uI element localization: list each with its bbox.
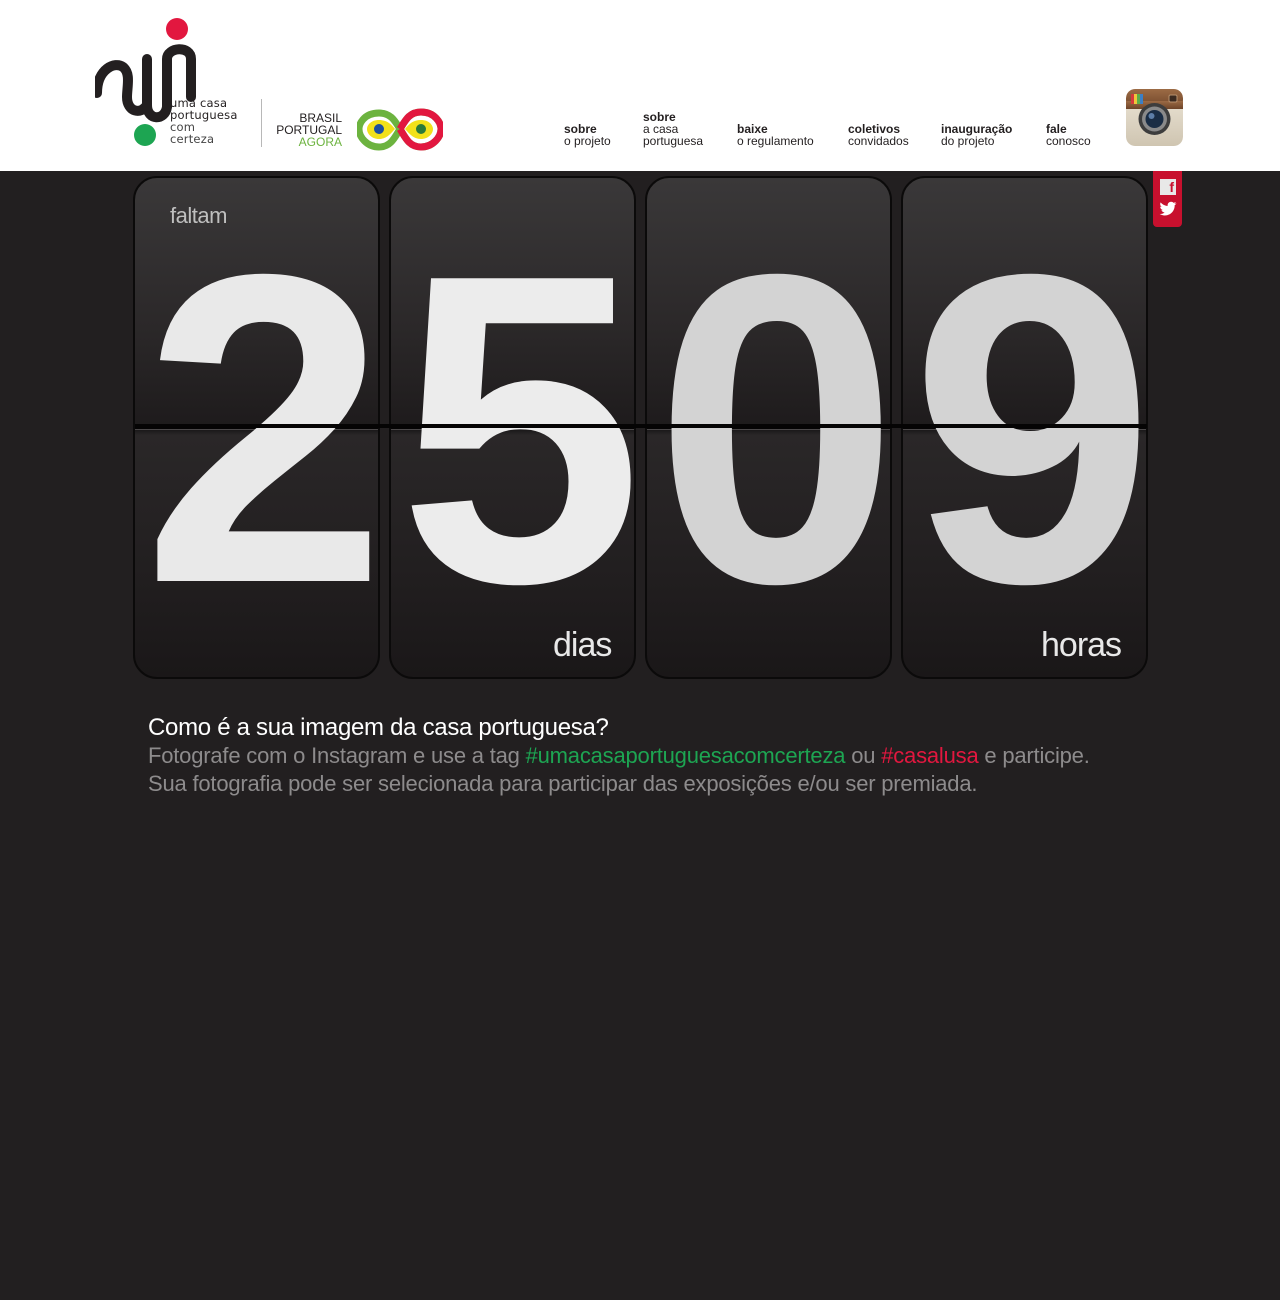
card-split-shine: [135, 429, 378, 430]
info-line-1-pre: Fotografe com o Instagram e use a tag: [148, 743, 526, 768]
nav-item-light-label: o regulamento: [737, 134, 814, 148]
hours-label: horas: [1041, 626, 1122, 664]
hashtag-umacasaportuguesacomcerteza[interactable]: #umacasaportuguesacomcerteza: [526, 743, 846, 768]
countdown-prefix: faltam: [170, 203, 227, 228]
brasil-portugal-infinity-icon: [357, 108, 443, 151]
site-header: uma casa portuguesa com certeza BRASIL P…: [0, 0, 1280, 171]
nav-item-baixe-o-regulamento[interactable]: baixe o regulamento: [737, 123, 814, 147]
partner-line-3: AGORA: [298, 135, 342, 149]
nav-item-sobre-a-casa-portuguesa[interactable]: sobre a casa portuguesa: [643, 111, 703, 147]
instagram-icon[interactable]: [1126, 89, 1183, 146]
instagram-icon-graphic: [1126, 89, 1183, 146]
instagram-call-to-action: Como é a sua imagem da casa portuguesa? …: [148, 714, 1090, 798]
nav-item-light-label: convidados: [848, 134, 909, 148]
nav-item-coletivos-convidados[interactable]: coletivos convidados: [848, 123, 909, 147]
card-split-shine: [647, 429, 890, 430]
card-split-shine: [391, 429, 634, 430]
logo-line-4: certeza: [170, 132, 215, 146]
nav-item-light-label: do projeto: [941, 134, 995, 148]
logo-wordmark: uma casa portuguesa com certeza: [170, 97, 238, 145]
facebook-icon[interactable]: f: [1160, 179, 1176, 195]
info-line-1: Fotografe com o Instagram e use a tag #u…: [148, 742, 1090, 770]
days-label: dias: [553, 626, 612, 664]
twitter-icon[interactable]: [1159, 201, 1177, 217]
info-line-2: Sua fotografia pode ser selecionada para…: [148, 771, 978, 796]
flip-split-overlay: [135, 424, 1147, 428]
nav-item-light-label-2: portuguesa: [643, 134, 704, 148]
info-line-1-mid: ou: [845, 743, 882, 768]
logo-divider: [261, 99, 262, 147]
nav-item-fale-conosco[interactable]: fale conosco: [1046, 123, 1091, 147]
nav-item-light-label: conosco: [1046, 134, 1091, 148]
partner-wordmark: BRASIL PORTUGAL AGORA: [272, 112, 342, 148]
info-line-1-post: e participe.: [978, 743, 1090, 768]
nav-item-sobre-o-projeto[interactable]: sobre o projeto: [564, 123, 611, 147]
social-share-tab: f: [1153, 171, 1182, 227]
nav-item-inauguracao-do-projeto[interactable]: inauguração do projeto: [941, 123, 1012, 147]
info-question: Como é a sua imagem da casa portuguesa?: [148, 714, 609, 741]
nav-item-light-label: o projeto: [564, 134, 611, 148]
hashtag-casalusa[interactable]: #casalusa: [881, 743, 978, 768]
card-split-shine: [903, 429, 1146, 430]
